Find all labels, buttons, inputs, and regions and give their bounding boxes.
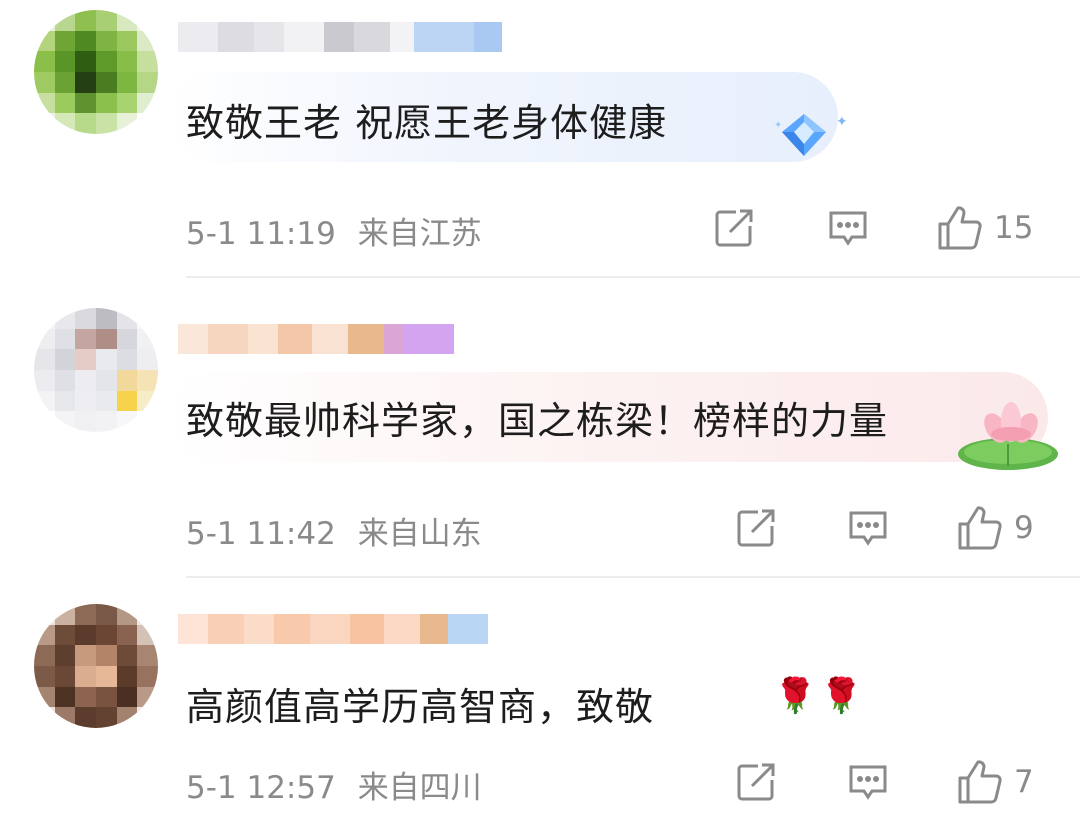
share-button[interactable] [734, 760, 778, 804]
comment-icon [849, 765, 887, 800]
reply-button[interactable] [846, 760, 890, 804]
like-button[interactable]: 7 [956, 758, 1034, 806]
thumbs-up-icon [958, 760, 1002, 804]
like-count: 7 [1014, 764, 1034, 800]
comment-location: 来自四川 [357, 770, 482, 806]
comment-time: 5-1 12:57 [186, 770, 336, 806]
comment-text: 高颜值高学历高智商，致敬 [186, 685, 655, 729]
comment-item: 高颜值高学历高智商，致敬 🌹🌹 5-1 12:57 来自四川 7 [0, 0, 1080, 832]
username-blurred[interactable] [178, 612, 488, 646]
share-icon [737, 763, 775, 801]
comment-meta: 5-1 12:57 来自四川 [186, 762, 482, 807]
avatar[interactable] [34, 604, 158, 728]
rose-emoji-icon: 🌹🌹 [774, 676, 867, 716]
